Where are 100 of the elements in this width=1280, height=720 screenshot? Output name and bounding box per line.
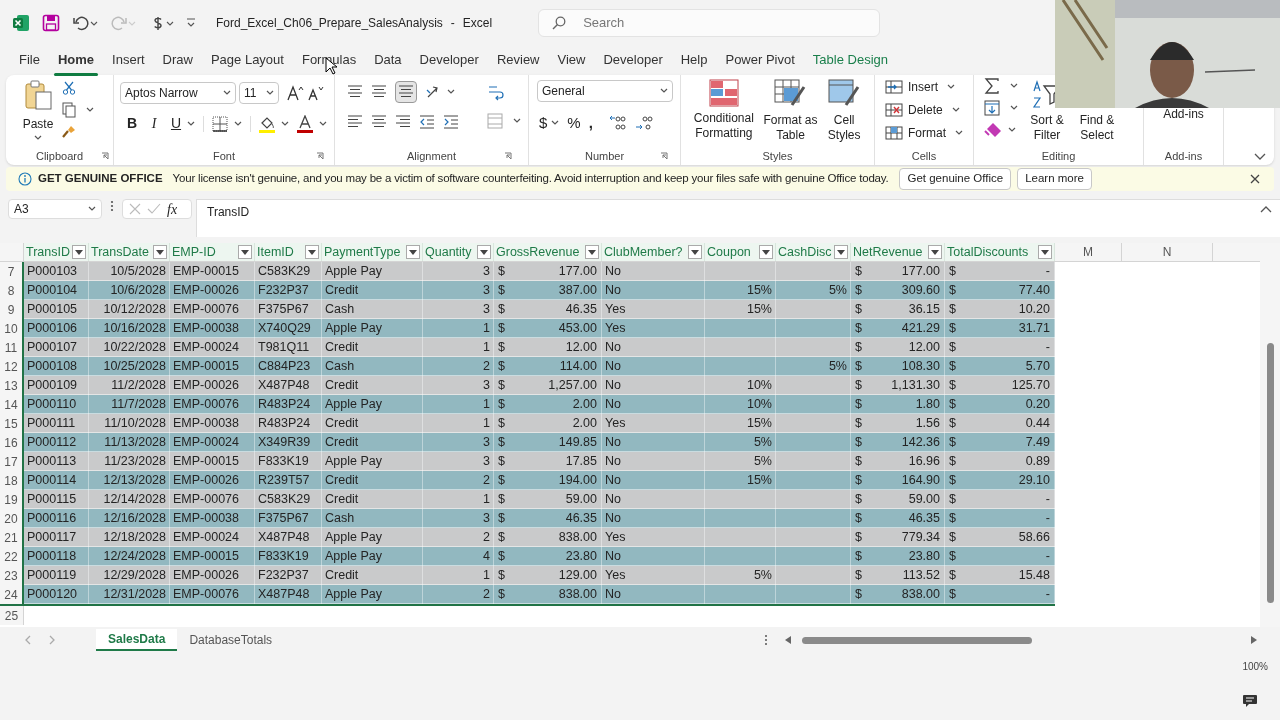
vertical-scrollbar-thumb[interactable] [1266,343,1274,603]
menu-tab[interactable]: Data [366,47,410,73]
orientation-button[interactable] [425,84,455,100]
save-icon[interactable] [42,13,60,32]
excel-logo-icon[interactable] [12,13,30,32]
scroll-left-icon[interactable] [784,635,792,645]
filter-button[interactable] [477,245,491,259]
collapse-formula-bar-icon[interactable] [1260,205,1272,213]
row-number[interactable]: 16 [0,433,24,452]
horizontal-scrollbar-thumb[interactable] [802,636,1032,644]
increase-indent-button[interactable] [443,114,459,130]
name-box[interactable]: A3 [8,199,102,219]
filter-button[interactable] [153,245,167,259]
underline-button[interactable]: U [169,113,183,134]
menu-tab[interactable]: Formulas [293,47,365,73]
menu-tab[interactable]: Table Design [804,47,896,73]
align-right-button[interactable] [395,114,411,130]
row-number[interactable]: 24 [0,585,24,604]
row-number[interactable]: 18 [0,471,24,490]
row-number[interactable]: 14 [0,395,24,414]
decrease-indent-button[interactable] [419,114,435,130]
scroll-right-icon[interactable] [1250,635,1258,645]
row-number[interactable]: 19 [0,490,24,509]
row-number[interactable]: 11 [0,338,24,357]
comments-icon[interactable] [1242,694,1258,708]
bottom-align-button[interactable] [395,81,417,103]
menu-tab[interactable]: Draw [154,47,201,73]
menu-tab[interactable]: Developer [411,47,487,73]
font-color-button[interactable] [297,114,327,133]
row-number[interactable]: 9 [0,300,24,319]
decrease-font-button[interactable] [307,85,325,101]
customize-toolbar-icon[interactable] [186,16,196,29]
row-number[interactable]: 22 [0,547,24,566]
menu-tab[interactable]: File [11,47,48,73]
style-button[interactable]: Conditional Formatting [688,79,759,147]
menu-tab[interactable]: Home [49,47,103,73]
filter-button[interactable] [834,245,848,259]
center-button[interactable] [371,114,387,130]
paste-button[interactable]: Paste [18,79,58,141]
formula-field[interactable]: TransID [196,199,1280,237]
row-number[interactable]: 17 [0,452,24,471]
menu-tab[interactable]: Developer [595,47,671,73]
row-number[interactable]: 25 [0,606,24,625]
menu-tab[interactable]: Page Layout [202,47,292,73]
filter-button[interactable] [688,245,702,259]
style-button[interactable]: Cell Styles [822,79,867,147]
row-number[interactable]: 7 [0,262,24,281]
row-number[interactable]: 15 [0,414,24,433]
search-field[interactable]: Search [538,8,881,37]
autosum-button[interactable] [984,78,1018,94]
row-number[interactable]: 12 [0,357,24,376]
dialog-launcher-icon[interactable] [660,152,668,160]
borders-button[interactable] [212,115,242,132]
increase-font-button[interactable] [286,85,304,101]
insert-function-button[interactable]: fx [167,198,178,220]
menu-tab[interactable]: Insert [104,47,153,73]
editing-button[interactable]: Find & Select [1074,113,1120,143]
row-number[interactable]: 23 [0,566,24,585]
editing-button[interactable]: Sort & Filter [1024,113,1070,143]
column-letter[interactable]: N [1122,243,1213,261]
italic-button[interactable]: I [147,113,161,134]
cells-button[interactable]: Format [885,124,973,142]
more-options-icon[interactable] [109,199,115,213]
notification-button[interactable]: Get genuine Office [899,168,1012,190]
dialog-launcher-icon[interactable] [504,152,512,160]
clear-button[interactable] [984,122,1018,138]
bold-button[interactable]: B [125,113,139,134]
collapse-ribbon-icon[interactable] [1254,153,1266,161]
filter-button[interactable] [1038,245,1052,259]
style-button[interactable]: Format as Table [762,79,819,147]
menu-tab[interactable]: Review [488,47,548,73]
filter-button[interactable] [72,245,86,259]
row-number[interactable]: 13 [0,376,24,395]
dialog-launcher-icon[interactable] [101,152,109,160]
merge-cells-button[interactable] [487,113,521,129]
currency-format-button[interactable]: $ [539,112,548,135]
row-number[interactable]: 10 [0,319,24,338]
copy-button[interactable] [62,102,94,118]
filter-button[interactable] [928,245,942,259]
dialog-launcher-icon[interactable] [316,152,324,160]
sheet-tab[interactable]: DatabaseTotals [177,629,285,651]
add-ins-button[interactable]: Add-ins [1163,105,1204,121]
filter-button[interactable] [585,245,599,259]
row-number[interactable]: 20 [0,509,24,528]
row-number[interactable]: 8 [0,281,24,300]
more-options-icon[interactable] [764,634,768,646]
sheet-tab[interactable]: SalesData [96,629,178,651]
menu-tab[interactable]: Help [672,47,716,73]
filter-button[interactable] [406,245,420,259]
align-left-button[interactable] [347,114,363,130]
filter-button[interactable] [305,245,319,259]
row-number[interactable]: 21 [0,528,24,547]
column-letter[interactable]: M [1055,243,1122,261]
font-size-dropdown[interactable]: 11 [239,82,279,104]
menu-tab[interactable]: Power Pivot [717,47,803,73]
filter-button[interactable] [238,245,252,259]
comma-style-button[interactable]: , [588,112,593,135]
number-format-dropdown[interactable]: General [537,80,673,102]
notification-button[interactable]: Learn more [1017,168,1092,190]
filter-button[interactable] [759,245,773,259]
